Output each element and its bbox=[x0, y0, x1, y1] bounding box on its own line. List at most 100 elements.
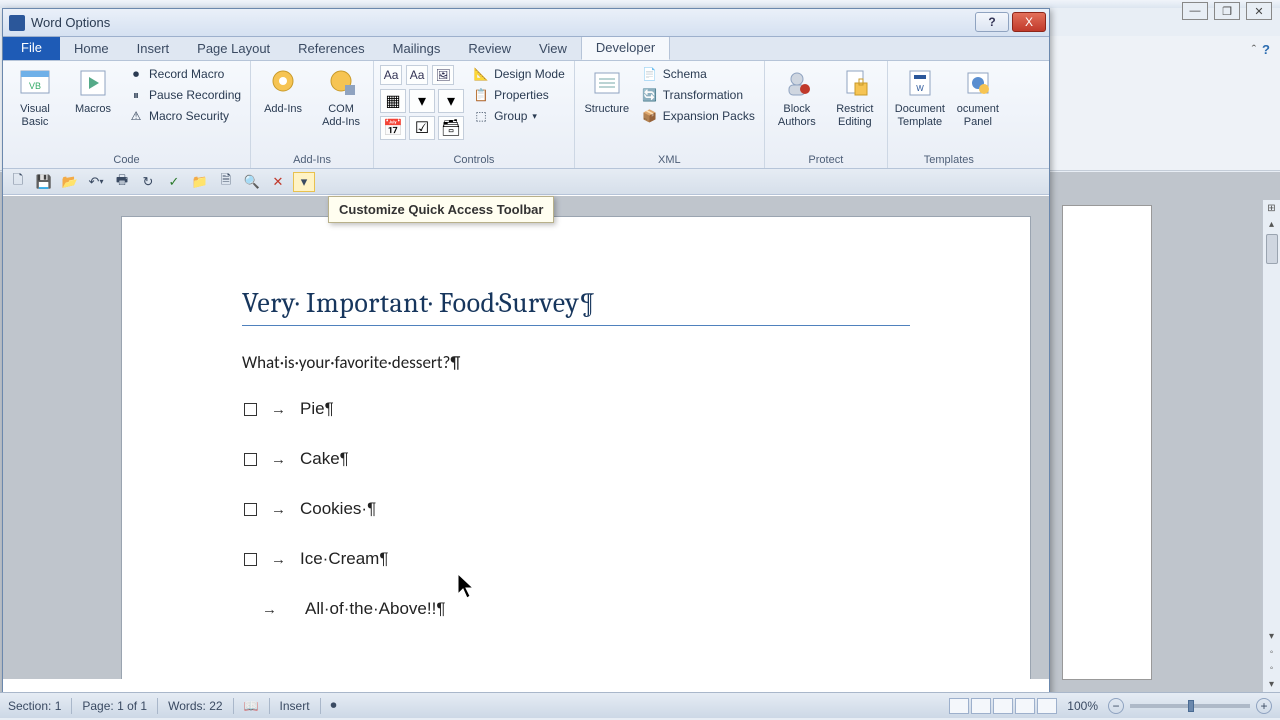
qat-spelling-button[interactable]: ✓ bbox=[163, 172, 185, 192]
zoom-slider[interactable] bbox=[1130, 704, 1250, 708]
transformation-button[interactable]: 🔄Transformation bbox=[639, 86, 758, 104]
status-proofing-icon[interactable]: 📖 bbox=[244, 699, 259, 713]
group-icon: ⬚ bbox=[473, 108, 489, 124]
qat-customize-button[interactable]: ▾ bbox=[293, 172, 315, 192]
tab-view[interactable]: View bbox=[525, 37, 581, 60]
outer-minimize-button[interactable]: — bbox=[1182, 2, 1208, 20]
status-words[interactable]: Words: 22 bbox=[168, 699, 222, 713]
outer-maximize-button[interactable]: ❐ bbox=[1214, 2, 1240, 20]
outer-close-button[interactable]: ✕ bbox=[1246, 2, 1272, 20]
titlebar: Word Options ? X bbox=[3, 9, 1049, 37]
schema-icon: 📄 bbox=[642, 66, 658, 82]
checkbox-cookies[interactable] bbox=[244, 503, 257, 516]
background-page bbox=[1062, 205, 1152, 680]
option-row-pie: → Pie¶ bbox=[244, 399, 910, 419]
qat-undo-button[interactable]: ↶▾ bbox=[85, 172, 107, 192]
scroll-thumb[interactable] bbox=[1266, 234, 1278, 264]
draft-view-button[interactable] bbox=[1037, 698, 1057, 714]
tab-review[interactable]: Review bbox=[454, 37, 525, 60]
plain-text-control-button[interactable]: Aa bbox=[406, 65, 428, 85]
pause-recording-button[interactable]: ⏸Pause Recording bbox=[125, 86, 244, 104]
qat-redo-button[interactable]: ↻ bbox=[137, 172, 159, 192]
design-mode-icon: 📐 bbox=[473, 66, 489, 82]
checkbox-control-button[interactable]: ☑ bbox=[409, 116, 435, 140]
tab-mailings[interactable]: Mailings bbox=[379, 37, 455, 60]
macros-button[interactable]: Macros bbox=[67, 65, 119, 118]
visual-basic-button[interactable]: VB Visual Basic bbox=[9, 65, 61, 130]
outer-help-icon[interactable]: ? bbox=[1262, 42, 1270, 57]
qat-open-button[interactable]: 📂 bbox=[59, 172, 81, 192]
group-button[interactable]: ⬚Group ▾ bbox=[470, 107, 568, 125]
svg-text:W: W bbox=[916, 84, 924, 93]
rich-text-control-button[interactable]: Aa bbox=[380, 65, 402, 85]
shield-icon: ⚠ bbox=[128, 108, 144, 124]
document-panel-button[interactable]: ocument Panel bbox=[952, 65, 1004, 130]
legacy-tools-button[interactable]: 🗃 bbox=[438, 116, 464, 140]
checkbox-pie[interactable] bbox=[244, 403, 257, 416]
picture-control-button[interactable]: 🖼 bbox=[432, 65, 454, 85]
print-layout-view-button[interactable] bbox=[949, 698, 969, 714]
building-block-control-button[interactable]: ▦ bbox=[380, 89, 406, 113]
tab-page-layout[interactable]: Page Layout bbox=[183, 37, 284, 60]
zoom-level[interactable]: 100% bbox=[1067, 699, 1098, 713]
ruler-icon[interactable]: ⊞ bbox=[1264, 200, 1280, 216]
expansion-packs-button[interactable]: 📦Expansion Packs bbox=[639, 107, 758, 125]
customize-qat-tooltip: Customize Quick Access Toolbar bbox=[328, 196, 554, 223]
tab-file[interactable]: File bbox=[3, 35, 60, 60]
qat-new-button[interactable]: 🗋 bbox=[7, 172, 29, 192]
checkbox-icecream[interactable] bbox=[244, 553, 257, 566]
document-template-button[interactable]: W Document Template bbox=[894, 65, 946, 130]
quick-access-toolbar: 🗋 💾 📂 ↶▾ 🖶 ↻ ✓ 📁 🗎 🔍 ✕ ▾ bbox=[3, 169, 1049, 195]
qat-folder-button[interactable]: 📁 bbox=[189, 172, 211, 192]
status-section[interactable]: Section: 1 bbox=[8, 699, 61, 713]
checkbox-cake[interactable] bbox=[244, 453, 257, 466]
block-authors-button[interactable]: Block Authors bbox=[771, 65, 823, 130]
group-addins: Add-Ins COM Add-Ins Add-Ins bbox=[251, 61, 374, 168]
qat-print-preview-button[interactable]: 🗎 bbox=[215, 172, 237, 192]
schema-button[interactable]: 📄Schema bbox=[639, 65, 758, 83]
addins-button[interactable]: Add-Ins bbox=[257, 65, 309, 118]
properties-button[interactable]: 📋Properties bbox=[470, 86, 568, 104]
tab-home[interactable]: Home bbox=[60, 37, 123, 60]
com-addins-button[interactable]: COM Add-Ins bbox=[315, 65, 367, 130]
status-macro-icon[interactable]: ⏺ bbox=[331, 698, 337, 713]
scroll-up-icon[interactable]: ▴ bbox=[1264, 216, 1280, 232]
browse-object-icon[interactable]: ◦ bbox=[1264, 660, 1280, 676]
status-insert[interactable]: Insert bbox=[280, 699, 310, 713]
tab-insert[interactable]: Insert bbox=[123, 37, 184, 60]
tab-arrow-icon: → bbox=[271, 401, 286, 418]
restrict-editing-button[interactable]: Restrict Editing bbox=[829, 65, 881, 130]
qat-save-button[interactable]: 💾 bbox=[33, 172, 55, 192]
group-code: VB Visual Basic Macros ⏺Record Macro ⏸Pa… bbox=[3, 61, 251, 168]
outline-view-button[interactable] bbox=[1015, 698, 1035, 714]
zoom-in-button[interactable]: + bbox=[1256, 698, 1272, 714]
close-button[interactable]: X bbox=[1012, 12, 1046, 32]
document-page[interactable]: Very· Important· Food·Survey¶ What·is·yo… bbox=[121, 216, 1031, 679]
qat-quickprint-button[interactable]: 🖶 bbox=[111, 172, 133, 192]
qat-delete-button[interactable]: ✕ bbox=[267, 172, 289, 192]
outer-collapse-icon[interactable]: ˆ bbox=[1252, 42, 1256, 57]
tab-references[interactable]: References bbox=[284, 37, 378, 60]
record-macro-button[interactable]: ⏺Record Macro bbox=[125, 65, 244, 83]
date-picker-control-button[interactable]: 📅 bbox=[380, 116, 406, 140]
page-up-icon[interactable]: ◦ bbox=[1264, 644, 1280, 660]
scroll-down-icon[interactable]: ▾ bbox=[1264, 628, 1280, 644]
design-mode-button[interactable]: 📐Design Mode bbox=[470, 65, 568, 83]
web-layout-view-button[interactable] bbox=[993, 698, 1013, 714]
status-page[interactable]: Page: 1 of 1 bbox=[82, 699, 147, 713]
vertical-scrollbar[interactable]: ⊞ ▴ ▾ ◦ ◦ ▾ bbox=[1262, 200, 1280, 692]
group-xml: Structure 📄Schema 🔄Transformation 📦Expan… bbox=[575, 61, 765, 168]
dropdown-list-control-button[interactable]: ▾ bbox=[438, 89, 464, 113]
option-text: Pie¶ bbox=[300, 399, 334, 419]
structure-button[interactable]: Structure bbox=[581, 65, 633, 118]
status-bar: Section: 1 Page: 1 of 1 Words: 22 📖 Inse… bbox=[0, 692, 1280, 718]
combo-box-control-button[interactable]: ▾ bbox=[409, 89, 435, 113]
tab-arrow-icon: → bbox=[262, 601, 277, 618]
tab-developer[interactable]: Developer bbox=[581, 35, 670, 60]
fullscreen-view-button[interactable] bbox=[971, 698, 991, 714]
page-down-icon[interactable]: ▾ bbox=[1264, 676, 1280, 692]
qat-preview-button[interactable]: 🔍 bbox=[241, 172, 263, 192]
help-button[interactable]: ? bbox=[975, 12, 1009, 32]
zoom-out-button[interactable]: − bbox=[1108, 698, 1124, 714]
macro-security-button[interactable]: ⚠Macro Security bbox=[125, 107, 244, 125]
